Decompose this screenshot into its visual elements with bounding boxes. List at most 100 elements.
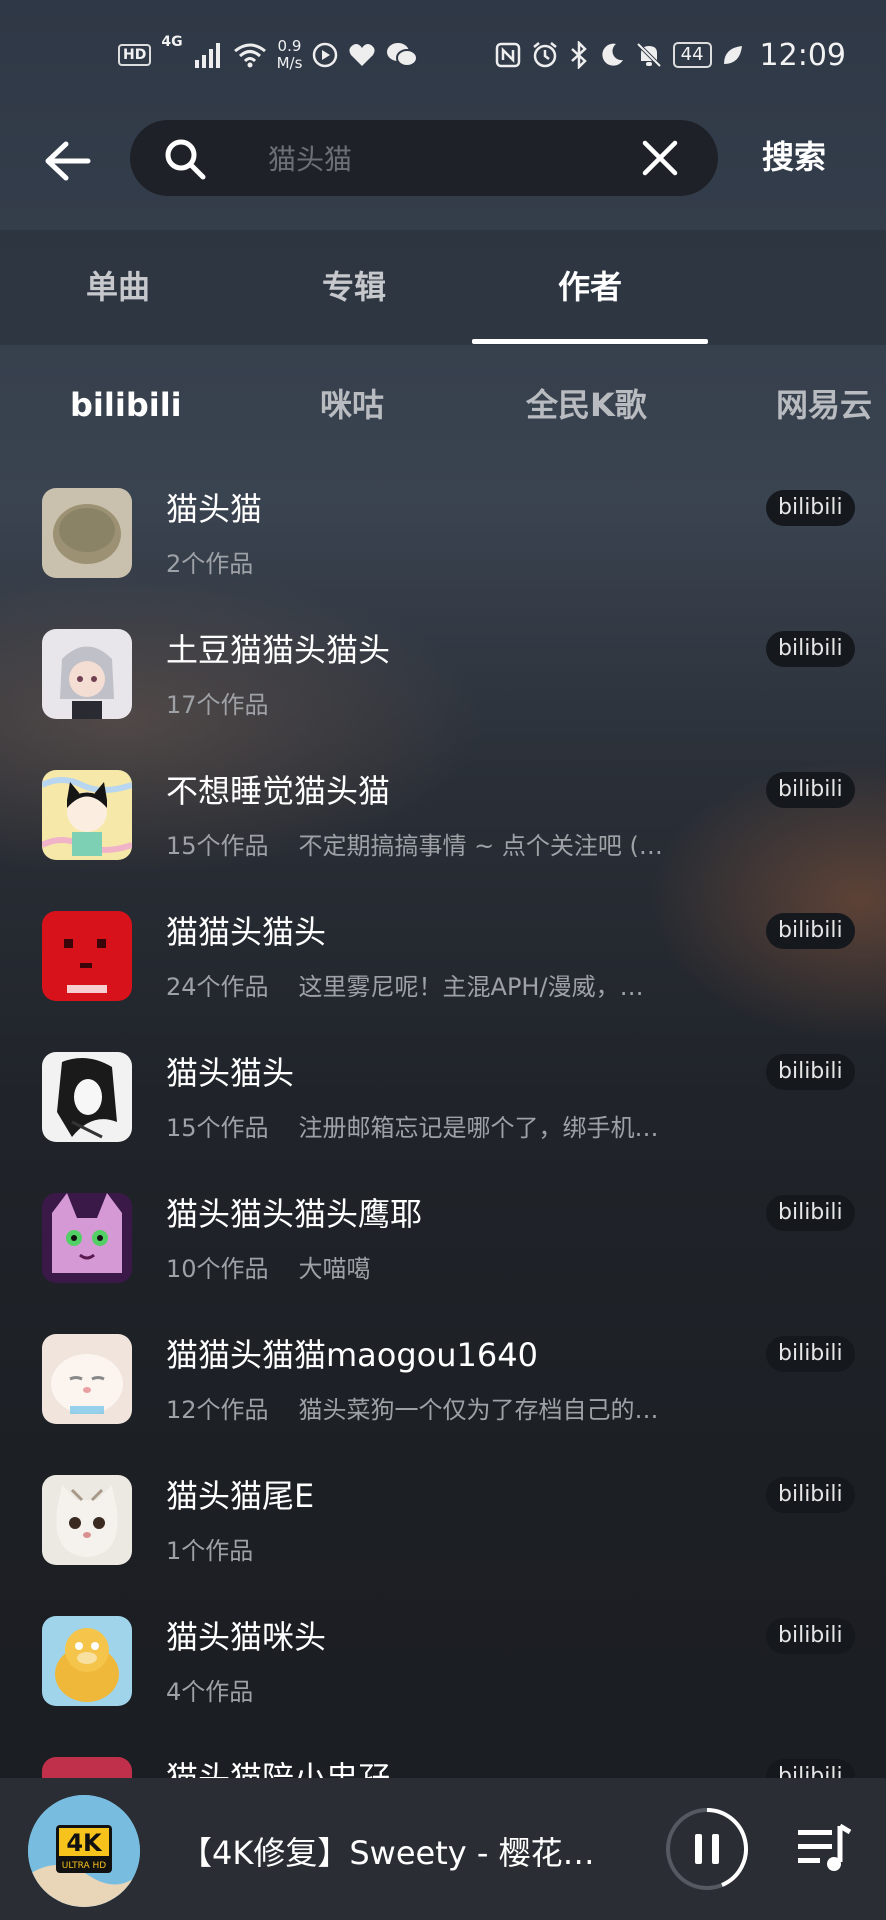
search-input[interactable] bbox=[266, 120, 630, 198]
source-bilibili[interactable]: bilibili bbox=[70, 350, 182, 460]
search-box[interactable] bbox=[130, 120, 718, 198]
search-button[interactable]: 搜索 bbox=[762, 132, 826, 178]
artist-name: 土豆猫猫头猫头 bbox=[166, 631, 391, 669]
artist-meta: 17个作品 bbox=[166, 685, 706, 720]
moon-icon bbox=[601, 43, 623, 66]
signal-icon bbox=[194, 43, 220, 68]
search-icon bbox=[165, 139, 206, 180]
cover-label-ultrahd: ULTRA HD bbox=[62, 1861, 107, 1871]
net-speed-unit: M/s bbox=[276, 54, 303, 72]
list-item[interactable]: 猫头猫尾E 1个作品 bilibili bbox=[0, 1447, 886, 1588]
work-count: 15个作品 bbox=[166, 832, 269, 860]
work-count: 1个作品 bbox=[166, 1537, 254, 1565]
avatar bbox=[42, 1334, 132, 1424]
source-badge: bilibili bbox=[766, 1336, 855, 1372]
work-count: 12个作品 bbox=[166, 1396, 269, 1424]
list-item[interactable]: 不想睡觉猫头猫 15个作品 不定期搞搞事情 ~ 点个关注吧 (… bilibili bbox=[0, 742, 886, 883]
tab-songs[interactable]: 单曲 bbox=[0, 230, 236, 345]
tab-artists[interactable]: 作者 bbox=[472, 230, 708, 345]
artist-meta: 10个作品 大喵噶 bbox=[166, 1249, 706, 1284]
artist-name: 不想睡觉猫头猫 bbox=[166, 772, 391, 810]
artist-description: 大喵噶 bbox=[298, 1255, 371, 1283]
artist-description: 这里雾尼呢！主混APH/漫威，… bbox=[298, 973, 644, 1001]
source-badge: bilibili bbox=[766, 490, 855, 526]
source-quanmin-kge[interactable]: 全民K歌 bbox=[526, 350, 647, 460]
artist-meta: 1个作品 bbox=[166, 1531, 706, 1566]
back-button[interactable] bbox=[42, 136, 92, 186]
source-badge: bilibili bbox=[766, 1195, 855, 1231]
hd-indicator: HD bbox=[118, 44, 152, 66]
wifi-icon bbox=[233, 43, 266, 68]
avatar bbox=[42, 629, 132, 719]
artist-name: 猫头猫咪头 bbox=[166, 1618, 327, 1656]
list-item[interactable]: 猫猫头猫猫maogou1640 12个作品 猫头菜狗一个仅为了存档自己的… bil… bbox=[0, 1306, 886, 1447]
artist-meta: 12个作品 猫头菜狗一个仅为了存档自己的… bbox=[166, 1390, 706, 1425]
list-item[interactable]: 猫头猫咪头 4个作品 bilibili bbox=[0, 1588, 886, 1729]
status-bar: HD 4G 0.9 M/s 44 12:09 bbox=[0, 0, 886, 110]
artist-meta: 4个作品 bbox=[166, 1672, 706, 1707]
network-type: 4G bbox=[161, 34, 183, 50]
avatar bbox=[42, 911, 132, 1001]
artist-meta: 15个作品 不定期搞搞事情 ~ 点个关注吧 (… bbox=[166, 826, 706, 861]
list-item[interactable]: 猫头猫头 15个作品 注册邮箱忘记是哪个了，绑手机… bilibili bbox=[0, 1024, 886, 1165]
source-badge: bilibili bbox=[766, 1477, 855, 1513]
playlist-icon[interactable] bbox=[796, 1824, 852, 1874]
source-migu[interactable]: 咪咕 bbox=[320, 350, 384, 460]
mute-icon bbox=[636, 42, 662, 68]
wechat-icon bbox=[387, 43, 419, 67]
avatar bbox=[42, 488, 132, 578]
clock: 12:09 bbox=[759, 37, 846, 73]
nfc-icon bbox=[495, 42, 520, 68]
result-tabs: 单曲 专辑 作者 bbox=[0, 230, 886, 345]
list-item[interactable]: 猫头猫头猫头鹰耶 10个作品 大喵噶 bilibili bbox=[0, 1165, 886, 1306]
artist-description: 不定期搞搞事情 ~ 点个关注吧 (… bbox=[298, 832, 663, 860]
list-item[interactable]: 猫头猫 2个作品 bilibili bbox=[0, 460, 886, 601]
work-count: 24个作品 bbox=[166, 973, 269, 1001]
artist-meta: 2个作品 bbox=[166, 544, 706, 579]
status-left: HD 4G 0.9 M/s bbox=[118, 34, 419, 72]
pause-icon[interactable] bbox=[664, 1806, 750, 1892]
avatar bbox=[42, 770, 132, 860]
avatar bbox=[42, 1616, 132, 1706]
list-item[interactable]: 土豆猫猫头猫头 17个作品 bilibili bbox=[0, 601, 886, 742]
back-arrow-icon bbox=[45, 141, 91, 181]
now-playing-title[interactable]: 【4K修复】Sweety - 樱花… bbox=[180, 1828, 595, 1874]
artist-meta: 15个作品 注册邮箱忘记是哪个了，绑手机… bbox=[166, 1108, 706, 1143]
net-speed-value: 0.9 bbox=[277, 37, 302, 55]
source-badge: bilibili bbox=[766, 772, 855, 808]
artist-name: 猫猫头猫猫maogou1640 bbox=[166, 1336, 538, 1374]
source-badge: bilibili bbox=[766, 913, 855, 949]
artist-meta: 24个作品 这里雾尼呢！主混APH/漫威，… bbox=[166, 967, 706, 1002]
artist-name: 猫头猫尾E bbox=[166, 1477, 315, 1515]
work-count: 10个作品 bbox=[166, 1255, 269, 1283]
artist-name: 猫头猫头猫头鹰耶 bbox=[166, 1195, 423, 1233]
mini-player[interactable]: 4K ULTRA HD 【4K修复】Sweety - 樱花… bbox=[0, 1778, 886, 1920]
artist-name: 猫头猫头 bbox=[166, 1054, 295, 1092]
heart-icon bbox=[349, 44, 375, 66]
source-badge: bilibili bbox=[766, 631, 855, 667]
avatar bbox=[42, 1052, 132, 1142]
source-badge: bilibili bbox=[766, 1054, 855, 1090]
source-netease[interactable]: 网易云 bbox=[776, 350, 872, 460]
source-filter: bilibili 咪咕 全民K歌 网易云 bbox=[0, 350, 886, 460]
play-icon bbox=[313, 42, 338, 68]
artist-name: 猫头猫 bbox=[166, 490, 263, 528]
search-bar: 搜索 bbox=[0, 110, 886, 230]
cover-label-4k: 4K bbox=[66, 1829, 103, 1857]
artist-name: 猫猫头猫头 bbox=[166, 913, 327, 951]
work-count: 4个作品 bbox=[166, 1678, 254, 1706]
alarm-icon bbox=[532, 42, 557, 68]
source-badge: bilibili bbox=[766, 1618, 855, 1654]
tab-albums[interactable]: 专辑 bbox=[236, 230, 472, 345]
list-item[interactable]: 猫猫头猫头 24个作品 这里雾尼呢！主混APH/漫威，… bilibili bbox=[0, 883, 886, 1024]
active-tab-indicator bbox=[472, 339, 708, 344]
clear-icon[interactable] bbox=[640, 138, 680, 178]
bluetooth-icon bbox=[570, 41, 587, 69]
album-cover[interactable]: 4K ULTRA HD bbox=[28, 1795, 140, 1907]
avatar bbox=[42, 1475, 132, 1565]
net-speed: 0.9 M/s bbox=[277, 38, 303, 72]
work-count: 2个作品 bbox=[166, 550, 254, 578]
status-right: 44 12:09 bbox=[495, 38, 846, 73]
artist-description: 注册邮箱忘记是哪个了，绑手机… bbox=[298, 1114, 659, 1142]
battery-indicator: 44 bbox=[672, 42, 712, 68]
